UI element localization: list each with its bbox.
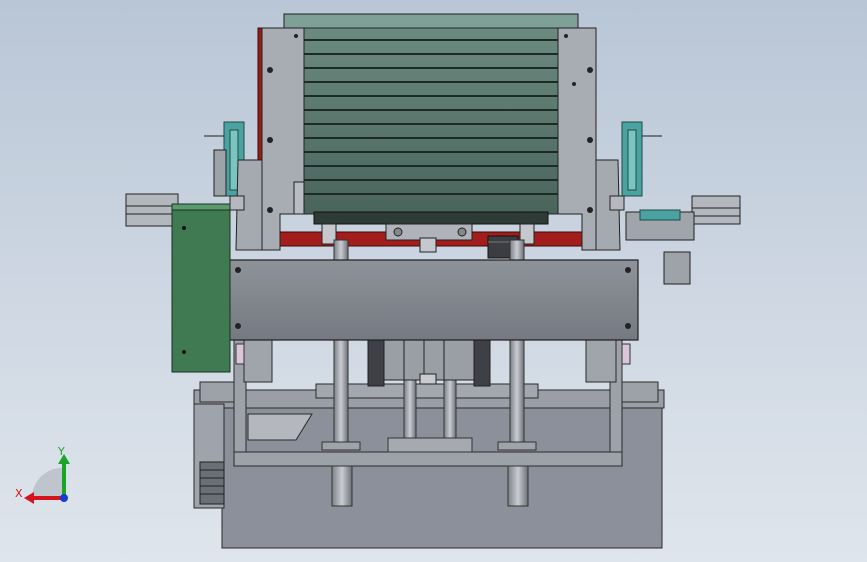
cad-model-view[interactable]: Y X (0, 0, 867, 562)
y-axis-label: Y (57, 445, 65, 458)
coordinate-triad[interactable]: Y X (15, 445, 70, 504)
x-axis-arrowhead (24, 492, 34, 504)
heatsink-fin-stack (283, 13, 579, 225)
upper-bracket-right (557, 27, 597, 251)
x-axis-label: X (15, 487, 23, 500)
cad-viewport[interactable]: Y X (0, 0, 867, 562)
cylinder-block (367, 339, 491, 387)
side-slide-right (621, 121, 741, 285)
upper-bracket-left (261, 27, 305, 251)
pulley-wheel (199, 461, 225, 505)
front-cover-plate (227, 259, 639, 341)
motor-housing (171, 203, 231, 373)
z-axis-dot (60, 494, 68, 502)
